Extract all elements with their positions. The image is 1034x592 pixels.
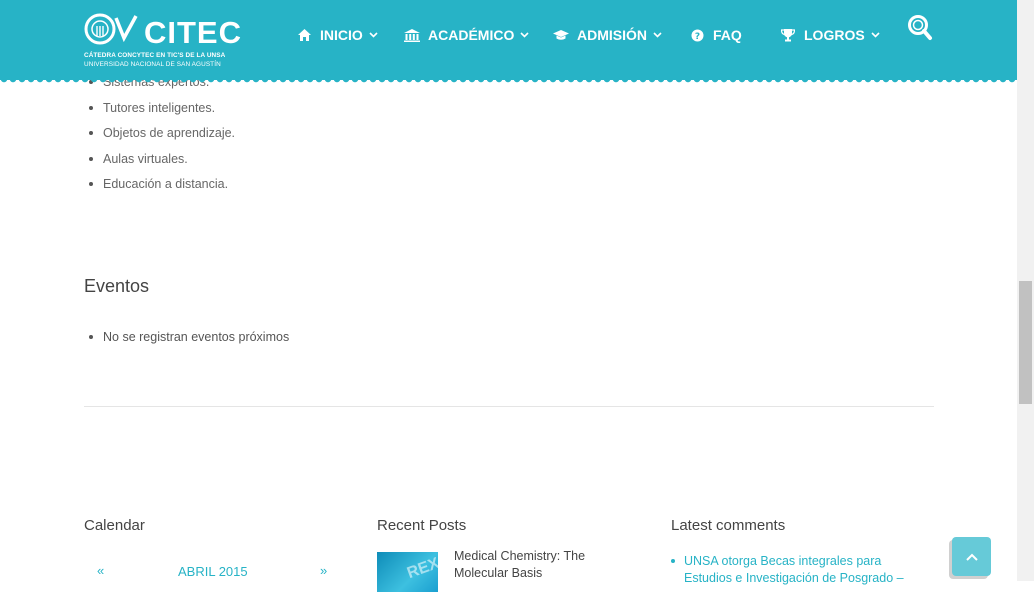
calendar-month-label: ABRIL 2015 [178,564,248,579]
topics-list: Sistemas expertos. Tutores inteligentes.… [84,72,235,200]
citec-logo-mark-icon [84,13,138,45]
nav-label: ACADÉMICO [428,27,515,43]
logo-subtitle-1: CÁTEDRA CONCYTEC EN TIC'S DE LA UNSA [84,52,226,59]
list-item: Educación a distancia. [88,174,235,200]
events-list: No se registran eventos próximos [84,327,289,347]
question-circle-icon: ? [689,28,705,42]
nav-label: LOGROS [804,27,865,43]
latest-comment-link[interactable]: UNSA otorga Becas integrales para Estudi… [671,553,926,587]
svg-text:?: ? [694,32,699,42]
section-divider [84,406,934,407]
trophy-icon [780,28,796,42]
nav-item-faq[interactable]: ? FAQ [689,25,742,45]
search-icon [908,15,932,40]
graduation-cap-icon [553,28,569,42]
nav-item-academico[interactable]: ACADÉMICO [404,25,529,45]
site-logo[interactable]: CITEC CÁTEDRA CONCYTEC EN TIC'S DE LA UN… [84,12,244,70]
list-item: Tutores inteligentes. [88,98,235,124]
scrollbar-thumb[interactable] [1019,281,1032,404]
nav-item-logros[interactable]: LOGROS [780,25,880,45]
calendar-prev-button[interactable]: « [97,563,104,578]
chevron-down-icon [653,32,662,38]
chevron-down-icon [520,32,529,38]
site-header: CITEC CÁTEDRA CONCYTEC EN TIC'S DE LA UN… [0,0,1017,84]
nav-label: FAQ [713,27,742,43]
events-heading: Eventos [84,276,150,296]
list-item: Aulas virtuales. [88,149,235,175]
latest-comments-title: Latest comments [671,517,786,534]
logo-subtitle-2: UNIVERSIDAD NACIONAL DE SAN AGUSTÍN [84,61,221,68]
list-item: Objetos de aprendizaje. [88,123,235,149]
back-to-top-button[interactable] [952,537,991,576]
recent-posts-title: Recent Posts [377,517,467,534]
nav-item-admision[interactable]: ADMISIÓN [553,25,662,45]
nav-label: ADMISIÓN [577,27,647,43]
nav-label: INICIO [320,27,363,43]
chevron-down-icon [369,32,378,38]
bank-icon [404,28,420,42]
chevron-up-icon [965,553,978,561]
search-button[interactable] [907,14,933,42]
nav-item-inicio[interactable]: INICIO [296,25,378,45]
calendar-widget-title: Calendar [84,517,145,534]
chevron-down-icon [871,32,880,38]
recent-post-link[interactable]: Medical Chemistry: The Molecular Basis [454,548,624,582]
calendar-next-button[interactable]: » [320,563,327,578]
event-item: No se registran eventos próximos [88,327,289,347]
home-icon [296,28,312,42]
logo-wordmark: CITEC [144,15,242,50]
post-thumbnail[interactable]: REX [377,552,438,592]
